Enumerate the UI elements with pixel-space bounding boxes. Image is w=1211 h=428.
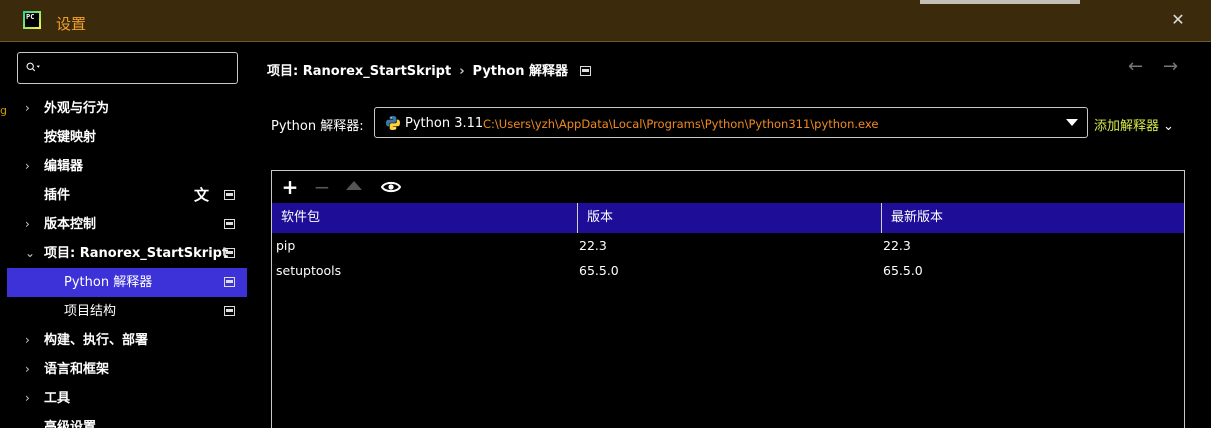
interpreter-path: C:\Users\yzh\AppData\Local\Programs\Pyth… (483, 117, 879, 131)
close-icon: ✕ (1171, 10, 1185, 29)
sidebar-item-label: 语言和框架 (44, 362, 110, 377)
sidebar-item-advanced-settings[interactable]: 高级设置 (7, 413, 247, 428)
python-logo-icon (386, 116, 400, 130)
interpreter-select[interactable]: Python 3.11 C:\Users\yzh\AppData\Local\P… (374, 107, 1088, 138)
project-scope-icon (579, 66, 591, 76)
packages-table-header: 软件包 版本 最新版本 (272, 203, 1184, 233)
chevron-right-icon[interactable]: › (25, 210, 37, 239)
sidebar-item-appearance[interactable]: › 外观与行为 (7, 94, 247, 123)
back-button[interactable]: ← (1128, 56, 1143, 77)
install-package-button[interactable]: + (278, 175, 302, 199)
breadcrumb-project[interactable]: 项目: Ranorex_StartSkript (267, 60, 451, 79)
pycharm-logo-icon: PC (23, 11, 41, 29)
breadcrumb-page: Python 解释器 (472, 64, 568, 79)
package-name: setuptools (276, 263, 342, 278)
search-icon (26, 62, 40, 72)
package-version: 22.3 (579, 238, 607, 253)
chevron-right-icon[interactable]: › (25, 355, 37, 384)
package-latest-version: 65.5.0 (883, 263, 923, 278)
sidebar-item-tools[interactable]: › 工具 (7, 384, 247, 413)
add-interpreter-link[interactable]: 添加解释器 ⌄ (1094, 115, 1174, 134)
sidebar-item-project[interactable]: ⌄ 项目: Ranorex_StartSkript (7, 239, 247, 268)
interpreter-name: Python 3.11 (405, 116, 484, 131)
sidebar-item-label: 插件 (44, 188, 71, 203)
sidebar-item-label: 项目: Ranorex_StartSkript (44, 246, 229, 261)
minus-icon: − (313, 175, 331, 199)
sidebar-item-build-execution-deployment[interactable]: › 构建、执行、部署 (7, 326, 247, 355)
close-button[interactable]: ✕ (1168, 10, 1188, 30)
app-icon-text: PC (25, 13, 39, 27)
interpreter-label: Python 解释器: (271, 119, 364, 134)
column-header-package[interactable]: 软件包 (272, 203, 577, 233)
window-title: 设置 (56, 15, 87, 33)
sidebar-item-label: 构建、执行、部署 (44, 333, 149, 348)
eye-icon (380, 181, 402, 193)
package-name: pip (276, 238, 296, 253)
column-header-latest-version[interactable]: 最新版本 (881, 203, 1184, 233)
uninstall-package-button[interactable]: − (310, 175, 334, 199)
dropdown-arrow-icon[interactable] (1066, 119, 1078, 126)
package-latest-version: 22.3 (883, 238, 911, 253)
sidebar-item-version-control[interactable]: › 版本控制 (7, 210, 247, 239)
sidebar-item-label: 编辑器 (44, 159, 84, 174)
sidebar-item-label: 按键映射 (44, 130, 97, 145)
translate-icon: 文 (194, 186, 210, 204)
search-input[interactable] (58, 58, 228, 78)
table-row[interactable]: pip 22.3 22.3 (272, 233, 1184, 258)
breadcrumb-separator: › (459, 64, 465, 79)
forward-button[interactable]: → (1163, 56, 1178, 77)
settings-search[interactable] (17, 52, 238, 84)
chevron-down-icon[interactable]: ⌄ (25, 239, 37, 268)
column-header-version[interactable]: 版本 (577, 203, 881, 233)
sidebar-item-keymap[interactable]: 按键映射 (7, 123, 247, 152)
breadcrumb: 项目: Ranorex_StartSkript › Python 解释器 (267, 60, 591, 79)
sidebar-item-label: 版本控制 (44, 217, 97, 232)
arrow-right-icon: → (1163, 56, 1179, 77)
sidebar-item-languages-frameworks[interactable]: › 语言和框架 (7, 355, 247, 384)
sidebar-item-label: 工具 (44, 391, 71, 406)
sidebar-item-label: Python 解释器 (64, 275, 153, 290)
sidebar-item-python-interpreter[interactable]: Python 解释器 (7, 268, 247, 297)
title-bar: PC 设置 ✕ (0, 0, 1211, 42)
show-early-releases-button[interactable] (379, 175, 403, 199)
left-edge-text: g (0, 104, 7, 117)
arrow-left-icon: ← (1128, 56, 1144, 77)
packages-toolbar: + − (272, 171, 1184, 203)
add-interpreter-label: 添加解释器 (1094, 119, 1160, 134)
sidebar-item-editor[interactable]: › 编辑器 (7, 152, 247, 181)
packages-panel: + − 软件包 版本 最新版本 pip 22.3 22.3 setuptools… (271, 170, 1185, 428)
sidebar-item-project-structure[interactable]: 项目结构 (7, 297, 247, 326)
sidebar-item-plugins[interactable]: 插件 文 (7, 181, 247, 210)
chevron-right-icon[interactable]: › (25, 326, 37, 355)
table-row[interactable]: setuptools 65.5.0 65.5.0 (272, 258, 1184, 283)
sidebar-item-label: 高级设置 (44, 420, 97, 428)
project-scope-icon (224, 190, 235, 200)
chevron-right-icon[interactable]: › (25, 384, 37, 413)
project-scope-icon (224, 306, 235, 316)
sidebar-item-label: 外观与行为 (44, 101, 110, 116)
project-scope-icon (224, 277, 235, 287)
sidebar-item-label: 项目结构 (64, 304, 117, 319)
plus-icon: + (281, 175, 299, 199)
package-version: 65.5.0 (579, 263, 619, 278)
background-window-strip (920, 0, 1080, 4)
chevron-down-icon: ⌄ (1163, 119, 1174, 134)
upgrade-package-button[interactable] (346, 181, 362, 190)
chevron-right-icon[interactable]: › (25, 152, 37, 181)
project-scope-icon (224, 248, 235, 258)
chevron-right-icon[interactable]: › (25, 94, 37, 123)
project-scope-icon (224, 219, 235, 229)
